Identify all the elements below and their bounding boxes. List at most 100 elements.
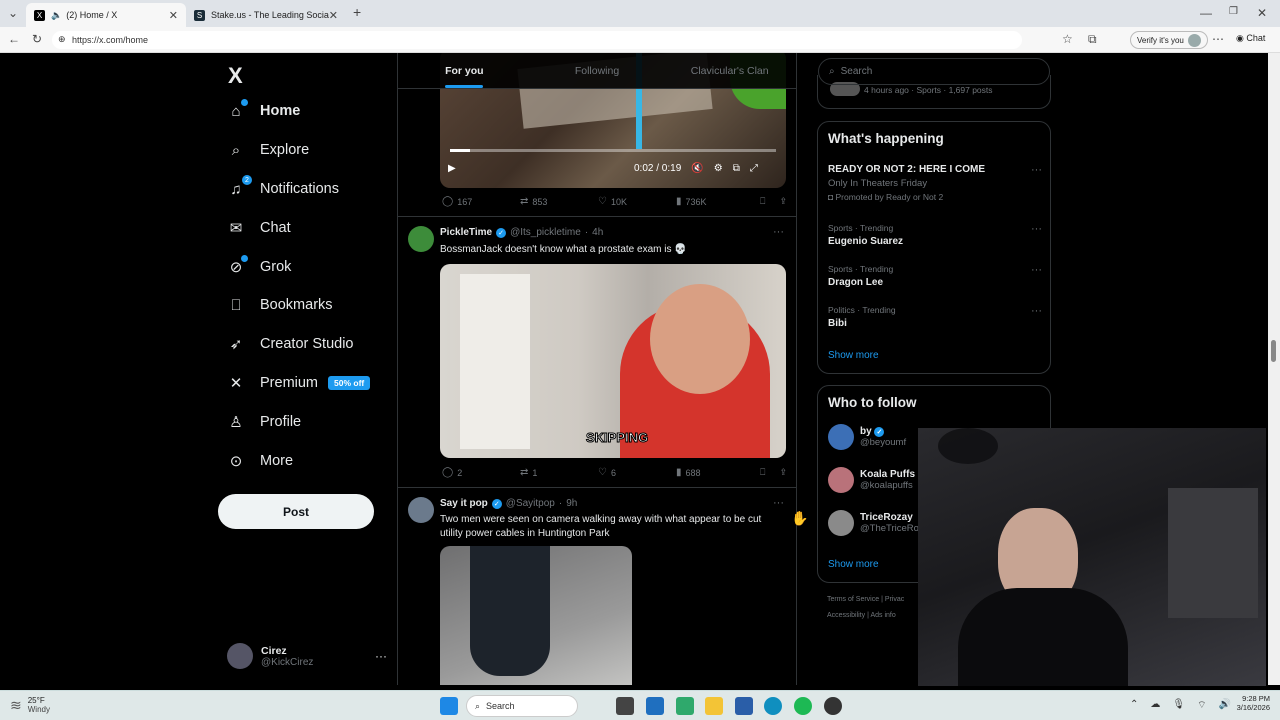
share-icon[interactable]: ⇪: [779, 467, 787, 478]
taskbar-search[interactable]: ⌕ Search: [466, 695, 578, 717]
account-switcher[interactable]: Cirez @KickCirez ···: [227, 641, 387, 671]
nav-chat[interactable]: ✉ Chat: [226, 213, 291, 243]
clock[interactable]: 9:28 PM 3/16/2026: [1230, 694, 1270, 712]
tab-for-you[interactable]: For you: [398, 53, 531, 88]
trend-item[interactable]: Sports · Trending Dragon Lee ···: [828, 264, 1042, 288]
avatar[interactable]: [408, 226, 434, 252]
start-icon[interactable]: [440, 697, 458, 715]
minimize-icon[interactable]: —: [1200, 6, 1212, 20]
footer-link-privacy[interactable]: Privac: [885, 596, 904, 603]
more-dots-icon[interactable]: ···: [1031, 223, 1042, 235]
follow-suggestion[interactable]: TriceRozay @TheTriceRo: [828, 510, 919, 536]
mic-icon[interactable]: 🎙: [1172, 699, 1185, 712]
share-icon[interactable]: ⇪: [779, 196, 787, 207]
repost-button[interactable]: ⇄ 1: [520, 467, 598, 478]
nav-bookmarks[interactable]: ⎕ Bookmarks: [226, 290, 332, 320]
bookmark-icon[interactable]: ⎕: [760, 196, 765, 207]
edge-icon[interactable]: [764, 697, 782, 715]
tab-list-icon[interactable]: ⌄: [8, 6, 18, 20]
site-info-icon[interactable]: ⊕: [58, 34, 66, 45]
store-icon[interactable]: [735, 697, 753, 715]
post-video[interactable]: [440, 546, 632, 685]
nav-creator-studio[interactable]: ➶ Creator Studio: [226, 329, 354, 359]
more-dots-icon[interactable]: ···: [773, 497, 784, 509]
close-window-icon[interactable]: ✕: [1257, 6, 1267, 20]
task-view-icon[interactable]: [616, 697, 634, 715]
cloud-icon[interactable]: ☁: [1150, 699, 1160, 712]
more-dots-icon[interactable]: ···: [773, 226, 784, 238]
trend-item[interactable]: Politics · Trending Bibi ···: [828, 305, 1042, 329]
more-dots-icon[interactable]: ···: [1031, 305, 1042, 317]
nav-grok[interactable]: ⊘ Grok: [226, 252, 291, 282]
search-input[interactable]: ⌕ Search: [818, 58, 1050, 85]
trend-item[interactable]: READY OR NOT 2: HERE I COME Only In Thea…: [828, 164, 1042, 202]
refresh-icon[interactable]: ↻: [32, 32, 42, 46]
weather-widget[interactable]: ≋ 25°F Windy: [10, 696, 50, 714]
pip-icon[interactable]: ⧉: [733, 163, 740, 174]
post-time[interactable]: 4h: [592, 227, 603, 238]
close-tab-icon[interactable]: ✕: [329, 9, 338, 22]
menu-dots-icon[interactable]: ⋯: [1212, 32, 1224, 46]
more-dots-icon[interactable]: ···: [1031, 164, 1042, 176]
nav-premium[interactable]: ✕ Premium 50% off: [226, 368, 371, 398]
nav-notifications[interactable]: ♫ 2 Notifications: [226, 174, 339, 204]
author-handle[interactable]: @Its_pickletime: [510, 227, 581, 238]
trend-item[interactable]: Sports · Trending Eugenio Suarez ···: [828, 223, 1042, 247]
repost-button[interactable]: ⇄ 853: [520, 196, 598, 207]
system-tray[interactable]: ⌃ ☁ 🎙 ⌔ 🔊: [1130, 699, 1231, 712]
tab-clavicular-clan[interactable]: Clavicular's Clan: [663, 53, 796, 88]
author-name[interactable]: PickleTime: [440, 227, 492, 238]
extensions-icon[interactable]: ⧉: [1088, 32, 1097, 47]
footer-link-ads[interactable]: Ads info: [870, 612, 895, 619]
follow-suggestion[interactable]: by ✓ @beyoumf: [828, 424, 906, 450]
chevron-up-icon[interactable]: ⌃: [1130, 699, 1138, 712]
like-button[interactable]: ♡ 10K: [598, 196, 676, 207]
play-icon[interactable]: ▶: [448, 163, 456, 174]
author-handle[interactable]: @Sayitpop: [506, 498, 555, 509]
post-video[interactable]: SKIPPING: [440, 264, 786, 458]
verify-profile-button[interactable]: Verify it's you: [1130, 31, 1208, 49]
post-button[interactable]: Post: [218, 494, 374, 529]
new-tab-icon[interactable]: +: [353, 4, 361, 20]
reply-button[interactable]: ◯ 167: [442, 196, 520, 207]
more-dots-icon[interactable]: ···: [1031, 264, 1042, 276]
page-scrollbar[interactable]: [1268, 53, 1280, 685]
mute-icon[interactable]: 🔇: [691, 163, 703, 174]
browser-tab-x-home[interactable]: X 🔈 (2) Home / X ✕: [26, 3, 186, 27]
scrollbar-thumb[interactable]: [1271, 340, 1276, 362]
nav-profile[interactable]: ♙ Profile: [226, 407, 301, 437]
settings-icon[interactable]: ⚙: [714, 163, 723, 174]
views-button[interactable]: ▮ 736K: [676, 196, 754, 207]
app-icon[interactable]: [676, 697, 694, 715]
post-time[interactable]: 9h: [566, 498, 577, 509]
bookmark-icon[interactable]: ⎕: [760, 467, 765, 478]
obs-icon[interactable]: [824, 697, 842, 715]
app-icon[interactable]: [646, 697, 664, 715]
author-name[interactable]: Say it pop: [440, 498, 488, 509]
fullscreen-icon[interactable]: ⤢: [750, 163, 758, 174]
wifi-icon[interactable]: ⌔: [1197, 699, 1206, 712]
footer-link-accessibility[interactable]: Accessibility: [827, 612, 865, 619]
footer-link-terms[interactable]: Terms of Service: [827, 596, 879, 603]
favorite-icon[interactable]: ☆: [1062, 32, 1073, 46]
back-icon[interactable]: ←: [8, 32, 20, 46]
spotify-icon[interactable]: [794, 697, 812, 715]
avatar[interactable]: [408, 497, 434, 523]
restore-icon[interactable]: ❐: [1229, 6, 1238, 17]
x-logo[interactable]: X: [228, 63, 243, 89]
nav-more[interactable]: ⊙ More: [226, 446, 293, 476]
more-dots-icon[interactable]: ···: [375, 649, 387, 663]
views-button[interactable]: ▮ 688: [676, 467, 754, 478]
show-more-link[interactable]: Show more: [828, 350, 879, 361]
like-button[interactable]: ♡ 6: [598, 467, 676, 478]
file-explorer-icon[interactable]: [705, 697, 723, 715]
reply-button[interactable]: ◯ 2: [442, 467, 520, 478]
url-input[interactable]: ⊕ https://x.com/home: [52, 31, 1022, 49]
show-more-link[interactable]: Show more: [828, 559, 879, 570]
nav-explore[interactable]: ⌕ Explore: [226, 135, 309, 165]
video-progress[interactable]: [450, 149, 776, 152]
tab-following[interactable]: Following: [531, 53, 664, 88]
copilot-chat-button[interactable]: ◉ Chat: [1236, 33, 1265, 44]
browser-tab-stake[interactable]: S Stake.us - The Leading Social Casi... …: [186, 3, 346, 27]
close-tab-icon[interactable]: ✕: [169, 9, 178, 22]
